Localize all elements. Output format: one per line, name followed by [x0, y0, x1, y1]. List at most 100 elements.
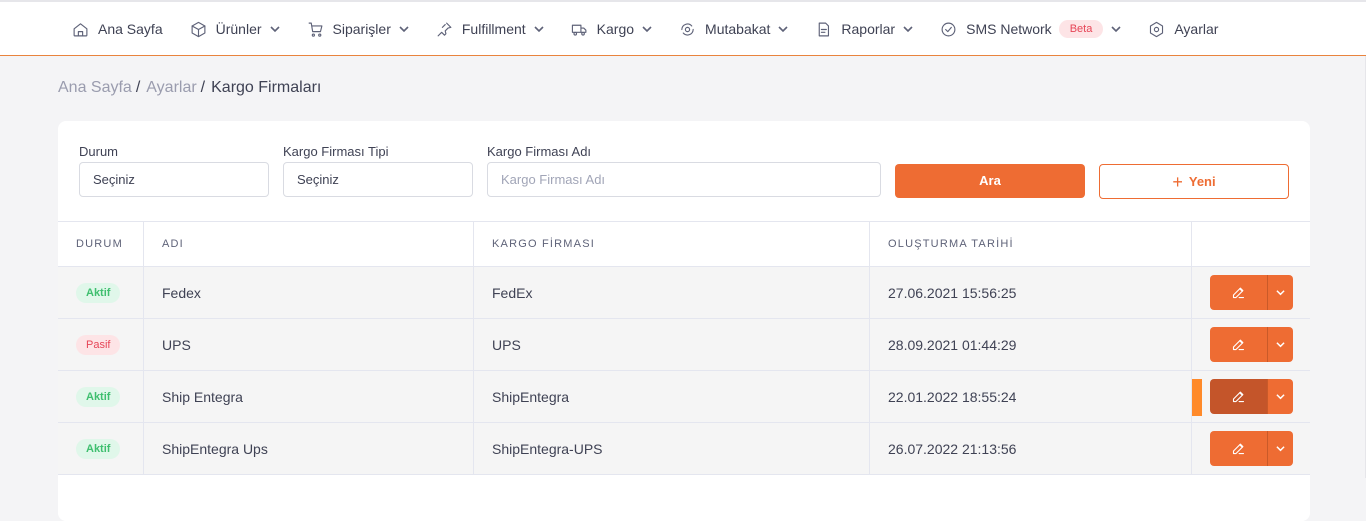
nav-item-ayarlar[interactable]: Ayarlar: [1148, 21, 1218, 38]
type-select[interactable]: Seçiniz: [283, 162, 473, 197]
breadcrumb-current: Kargo Firmaları: [211, 79, 322, 96]
nav-label: Siparişler: [332, 21, 391, 37]
chevron-down-icon: [1111, 26, 1121, 33]
chevron-down-icon: [903, 26, 913, 33]
actions-dropdown-button[interactable]: [1267, 275, 1293, 310]
actions-dropdown-button[interactable]: [1267, 431, 1293, 466]
edit-icon: [1232, 287, 1245, 299]
pin-icon: [437, 22, 452, 36]
nav-item-fulfillment[interactable]: Fulfillment: [436, 21, 544, 38]
search-button[interactable]: Ara: [895, 164, 1085, 198]
breadcrumb-separator: /: [135, 79, 141, 96]
name-cell: UPS: [143, 319, 473, 370]
nav-label: Mutabakat: [705, 21, 771, 37]
actions-dropdown-button[interactable]: [1267, 327, 1293, 362]
name-input[interactable]: Kargo Firması Adı: [487, 162, 881, 197]
created-cell: 27.06.2021 15:56:25: [869, 267, 1191, 318]
nav-item-raporlar[interactable]: Raporlar: [815, 21, 913, 38]
box-icon: [191, 21, 206, 37]
chevron-down-icon: [1276, 290, 1285, 296]
table-row: Aktif Ship Entegra ShipEntegra 22.01.202…: [58, 371, 1310, 423]
edit-button[interactable]: [1210, 275, 1267, 310]
check-circle-icon: [941, 22, 956, 36]
status-badge: Aktif: [76, 282, 121, 303]
company-cell: ShipEntegra: [473, 371, 869, 422]
actions-cell: [1191, 423, 1310, 474]
actions-cell: [1191, 371, 1310, 422]
edit-icon: [1232, 339, 1245, 351]
name-cell: ShipEntegra Ups: [143, 423, 473, 474]
nav-item-sms-network[interactable]: SMS Network Beta: [940, 20, 1121, 38]
status-cell: Pasif: [58, 319, 143, 370]
table-row: Aktif ShipEntegra Ups ShipEntegra-UPS 26…: [58, 423, 1310, 475]
edit-icon: [1232, 391, 1245, 403]
table-row: Pasif UPS UPS 28.09.2021 01:44:29: [58, 319, 1310, 371]
row-actions: [1210, 431, 1293, 466]
created-cell: 26.07.2022 21:13:56: [869, 423, 1191, 474]
nav-label: Fulfillment: [461, 21, 526, 37]
truck-icon: [571, 24, 587, 36]
new-button[interactable]: + Yeni: [1099, 164, 1289, 199]
status-cell: Aktif: [58, 423, 143, 474]
nav-item-urunler[interactable]: Ürünler: [190, 21, 280, 38]
settings-icon: [1150, 21, 1164, 37]
chevron-down-icon: [534, 26, 544, 33]
status-select[interactable]: Seçiniz: [79, 162, 269, 197]
table-row: Aktif Fedex FedEx 27.06.2021 15:56:25: [58, 267, 1310, 319]
name-cell: Fedex: [143, 267, 473, 318]
edit-button[interactable]: [1210, 379, 1267, 414]
status-badge: Pasif: [76, 334, 121, 355]
column-header-created[interactable]: OLUŞTURMA TARİHİ: [869, 222, 1191, 266]
nav-label: Ana Sayfa: [98, 21, 163, 37]
reconcile-icon: [681, 23, 694, 35]
breadcrumb-item-settings[interactable]: Ayarlar: [146, 79, 196, 97]
column-header-company[interactable]: KARGO FİRMASI: [473, 222, 869, 266]
company-cell: FedEx: [473, 267, 869, 318]
chevron-down-icon: [1276, 394, 1285, 400]
nav-label: SMS Network: [966, 21, 1052, 37]
status-cell: Aktif: [58, 267, 143, 318]
status-badge: Aktif: [76, 386, 121, 407]
type-filter-label: Kargo Firması Tipi: [283, 144, 389, 159]
column-header-actions: [1191, 222, 1310, 266]
status-cell: Aktif: [58, 371, 143, 422]
name-cell: Ship Entegra: [143, 371, 473, 422]
nav-label: Kargo: [596, 21, 635, 37]
nav-item-mutabakat[interactable]: Mutabakat: [679, 21, 788, 38]
main-nav: Ana Sayfa Ürünler Siparişler Fulfillment…: [72, 2, 1245, 56]
row-highlight-marker: [1192, 379, 1202, 416]
cargo-table: DURUM ADI KARGO FİRMASI OLUŞTURMA TARİHİ…: [58, 221, 1310, 475]
home-icon: [73, 22, 88, 36]
edit-icon: [1232, 443, 1245, 455]
nav-label: Raporlar: [841, 21, 896, 37]
column-header-name[interactable]: ADI: [143, 222, 473, 266]
actions-cell: [1191, 267, 1310, 318]
edit-button[interactable]: [1210, 431, 1267, 466]
chevron-down-icon: [399, 26, 409, 33]
chevron-down-icon: [778, 26, 788, 33]
edit-button[interactable]: [1210, 327, 1267, 362]
nav-item-ana-sayfa[interactable]: Ana Sayfa: [72, 21, 163, 38]
column-header-status[interactable]: DURUM: [58, 222, 143, 266]
status-filter-label: Durum: [79, 144, 119, 159]
actions-dropdown-button[interactable]: [1267, 379, 1293, 414]
created-cell: 28.09.2021 01:44:29: [869, 319, 1191, 370]
cart-icon: [308, 22, 322, 37]
company-cell: UPS: [473, 319, 869, 370]
main-card: Durum Seçiniz Kargo Firması Tipi Seçiniz…: [58, 121, 1310, 521]
table-header: DURUM ADI KARGO FİRMASI OLUŞTURMA TARİHİ: [58, 222, 1310, 267]
nav-item-kargo[interactable]: Kargo: [571, 21, 652, 38]
created-cell: 22.01.2022 18:55:24: [869, 371, 1191, 422]
row-actions: [1210, 275, 1293, 310]
breadcrumb: Ana Sayfa / Ayarlar / Kargo Firmaları: [58, 79, 321, 97]
row-actions: [1210, 379, 1293, 414]
nav-label: Ürünler: [215, 21, 262, 37]
actions-cell: [1191, 319, 1310, 370]
nav-item-siparisler[interactable]: Siparişler: [307, 21, 409, 38]
breadcrumb-separator: /: [200, 79, 206, 96]
plus-icon: +: [1172, 171, 1183, 192]
breadcrumb-item-home[interactable]: Ana Sayfa: [58, 79, 132, 97]
name-filter-label: Kargo Firması Adı: [487, 144, 592, 159]
company-cell: ShipEntegra-UPS: [473, 423, 869, 474]
beta-badge: Beta: [1058, 20, 1104, 38]
